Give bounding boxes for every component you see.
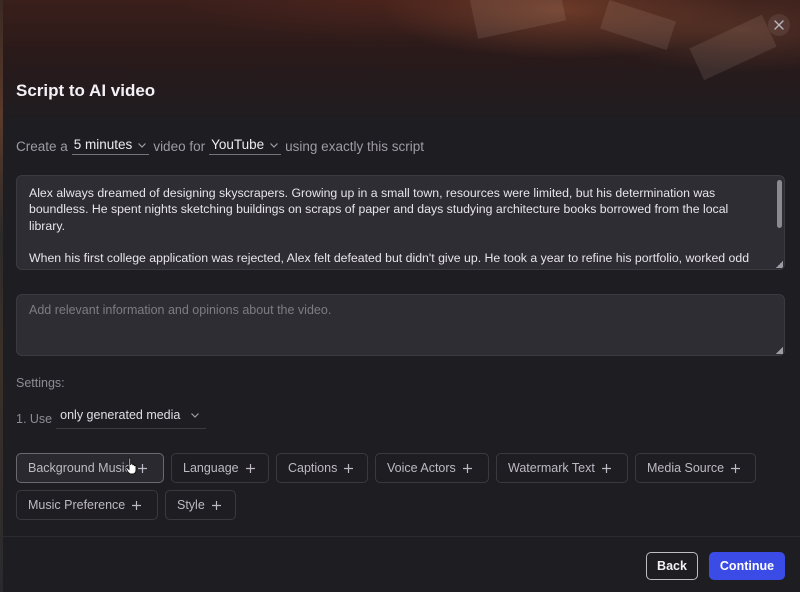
plus-icon [137,463,147,473]
option-captions[interactable]: Captions [276,453,368,483]
dialog-title: Script to AI video [16,81,156,100]
option-label: Background Music [28,461,131,475]
settings-label: Settings: [16,376,65,390]
plus-icon [245,463,255,473]
resize-grip-icon[interactable] [776,261,783,268]
option-label: Captions [288,461,338,475]
option-voice-actors[interactable]: Voice Actors [375,453,489,483]
media-select[interactable]: only generated media [56,408,207,429]
option-music-preference[interactable]: Music Preference [16,490,158,520]
close-button[interactable] [768,14,790,36]
platform-value: YouTube [211,137,265,152]
script-scrollbar[interactable] [777,180,782,228]
plus-icon [344,463,354,473]
script-paragraph-2: When his first college application was r… [29,250,750,269]
option-label: Voice Actors [387,461,456,475]
option-label: Style [177,498,205,512]
duration-value: 5 minutes [73,137,133,152]
script-paragraph-1: Alex always dreamed of designing skyscra… [29,186,729,233]
option-style[interactable]: Style [165,490,236,520]
create-sentence: Create a 5 minutes video for YouTube usi… [16,137,424,155]
chevron-down-icon [138,142,147,148]
platform-select[interactable]: YouTube [209,137,282,155]
script-to-video-dialog: Script to AI video Create a 5 minutes vi… [3,0,800,592]
duration-select[interactable]: 5 minutes [71,137,150,155]
notes-textarea[interactable]: Add relevant information and opinions ab… [16,294,785,356]
chevron-down-icon [191,413,200,418]
create-prefix: Create a [16,138,68,154]
media-select-value: only generated media [60,408,181,422]
plus-icon [462,463,472,473]
close-icon [774,20,784,30]
create-suffix: using exactly this script [285,138,424,154]
media-setting-prefix: 1. Use [16,411,53,426]
option-label: Music Preference [28,498,126,512]
option-background-music[interactable]: Background Music [16,453,164,483]
back-button[interactable]: Back [646,552,698,580]
option-language[interactable]: Language [171,453,269,483]
option-label: Media Source [647,461,725,475]
script-textarea[interactable]: Alex always dreamed of designing skyscra… [16,175,785,270]
plus-icon [731,463,741,473]
create-middle: video for [153,138,206,154]
chevron-down-icon [270,142,279,148]
notes-placeholder: Add relevant information and opinions ab… [29,303,332,317]
continue-button[interactable]: Continue [709,552,785,580]
plus-icon [132,500,142,510]
footer-divider [3,536,800,537]
media-setting: 1. Use only generated media [16,408,207,429]
resize-grip-icon[interactable] [776,347,783,354]
option-media-source[interactable]: Media Source [635,453,756,483]
option-watermark-text[interactable]: Watermark Text [496,453,628,483]
plus-icon [601,463,611,473]
plus-icon [211,500,221,510]
option-label: Language [183,461,239,475]
option-label: Watermark Text [508,461,595,475]
